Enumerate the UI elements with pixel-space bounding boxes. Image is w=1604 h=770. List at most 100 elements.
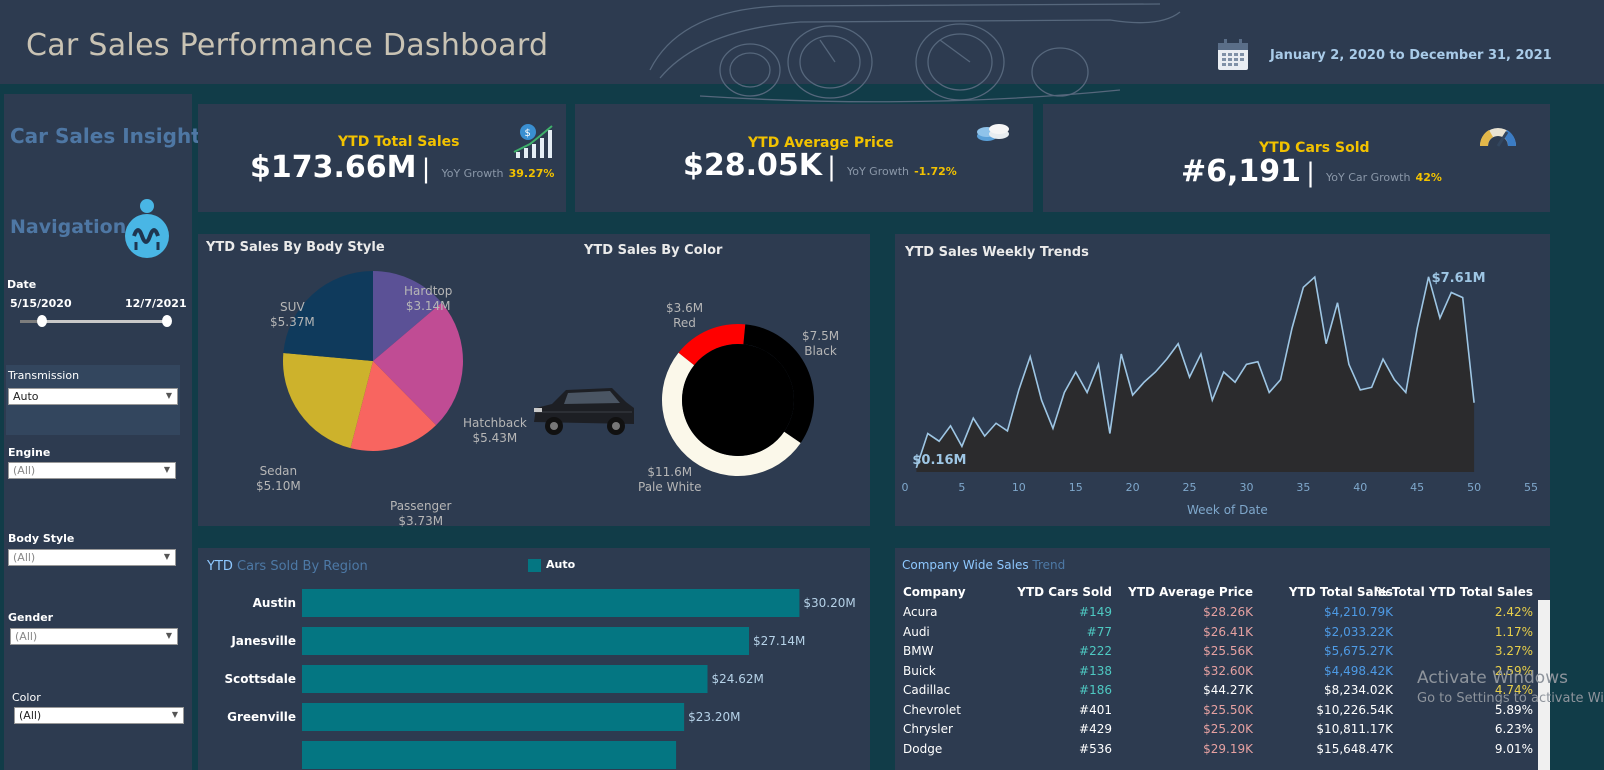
table-cell-total: $2,033.22K [1324,624,1393,639]
region-title-part2: Cars Sold By Region [237,559,368,574]
donut-center [682,344,794,456]
table-cell-price: $26.41K [1203,624,1253,639]
table-cell-pct: 9.01% [1494,741,1533,756]
date-slider-start-handle[interactable] [37,315,47,327]
chevron-down-icon: ▼ [165,391,172,400]
donut-label-black: $7.5M Black [802,329,839,359]
table-cell-company: Buick [903,663,936,678]
bar-austin[interactable] [302,589,800,617]
weekly-trends-area-chart[interactable]: 0 5 10 15 20 25 30 35 40 45 50 55 $0.16M $7.61M [895,234,1550,526]
table-cell-sold: #186 [1079,683,1112,697]
gender-dropdown[interactable]: (All) ▼ [10,628,178,645]
table-cell-price: $25.56K [1203,644,1253,658]
color-dropdown[interactable]: (All) ▼ [14,707,184,724]
svg-text:$: $ [525,128,531,139]
pie-label-hardtop: Hardtop $3.14M [404,284,452,314]
color-dropdown-value: (All) [19,709,42,722]
table-cell-sold: #222 [1079,644,1112,658]
table-cell-price: $28.26K [1203,605,1253,619]
x-tick-label: 40 [1353,481,1367,494]
date-range-from: January 2, 2020 [1270,48,1385,63]
x-tick-label: 25 [1183,481,1197,494]
color-chart-title: YTD Sales By Color [584,243,723,258]
body-style-dropdown-value: (All) [13,551,36,564]
legend-label-auto[interactable]: Auto [546,558,575,571]
weekly-trends-xlabel: Week of Date [1187,503,1268,517]
table-cell-company: Acura [903,605,938,619]
kpi-cars-sold-row: #6,191 | YoY Car Growth 42% [1181,154,1442,189]
date-slider-end-handle[interactable] [162,315,172,327]
bar-scottsdale[interactable] [302,665,708,693]
table-cell-company: Cadillac [903,683,951,697]
kpi-cars-sold-value: #6,191 [1181,154,1302,189]
pie-label-hatchback: Hatchback $5.43M [463,416,527,446]
kpi-total-sales-value: $173.66M [250,150,417,185]
column-header-company[interactable]: Company [903,585,966,599]
bar-partial-hidden[interactable] [302,741,677,769]
table-cell-price: $25.50K [1203,702,1253,717]
bar-greenville[interactable] [302,703,685,731]
x-tick-label: 10 [1012,481,1026,494]
dashboard-gauge-sketch [649,3,1181,103]
pie-label-passenger-name: Passenger [390,499,452,513]
table-cell-total: $15,648.47K [1316,741,1393,756]
kpi-cars-sold-sub: YoY Car Growth [1325,171,1411,184]
kpi-average-price-value: $28.05K [683,148,823,183]
x-tick-label: 20 [1126,481,1140,494]
growth-chart-icon: $ [513,124,553,158]
x-tick-label: 35 [1296,481,1310,494]
pie-label-suv-name: SUV [280,300,305,314]
bar-value-label: $24.62M [712,672,764,686]
bar-category-label: Scottsdale [224,672,296,686]
column-header-average-price[interactable]: YTD Average Price [1128,585,1253,599]
pie-label-passenger-value: $3.73M [398,514,444,528]
chevron-down-icon: ▼ [163,465,170,474]
table-cell-company: Dodge [903,741,943,756]
table-cell-sold: #77 [1086,624,1112,639]
trend-area-fill [916,276,1475,472]
engine-dropdown[interactable]: (All) ▼ [8,462,176,479]
region-bar-chart[interactable]: Austin $30.20M Janesville $27.14M Scottsdale… [198,580,870,770]
bar-janesville[interactable] [302,627,750,655]
gender-filter-label: Gender [8,611,54,624]
table-cell-total: $8,234.02K [1324,683,1393,697]
table-cell-pct: 3.27% [1494,644,1533,658]
dashboard-title: Car Sales Performance Dashboard [26,28,549,63]
info-person-icon[interactable] [124,198,170,260]
trend-min-label: $0.16M [912,453,966,468]
pie-label-passenger: Passenger $3.73M [390,499,451,529]
x-tick-label: 55 [1524,481,1538,494]
table-cell-total: $10,811.17K [1316,722,1393,736]
suv-car-image [534,388,634,435]
body-style-pie-chart[interactable] [198,234,558,526]
table-cell-price: $25.20K [1203,722,1253,736]
donut-label-red: $3.6M Red [666,301,703,331]
table-cell-company: Audi [903,624,930,639]
pie-label-sedan-value: $5.10M [256,479,301,493]
color-donut-chart[interactable] [650,312,826,488]
column-header-cars-sold[interactable]: YTD Cars Sold [1017,585,1112,599]
color-filter-label: Color [12,691,41,704]
sidebar-insight-title: Car Sales Insight [10,124,201,148]
x-tick-label: 45 [1410,481,1424,494]
table-cell-sold: #401 [1079,702,1112,717]
table-cell-pct: 6.23% [1494,722,1533,736]
activate-windows-subtext: Go to Settings to activate Windows. [1417,691,1604,706]
donut-label-red-value: $3.6M [666,301,704,315]
donut-label-black-value: $7.5M [802,329,840,343]
donut-label-black-name: Black [804,344,837,358]
kpi-average-price-growth: -1.72% [914,165,957,178]
table-cell-sold: #536 [1079,741,1112,756]
body-style-dropdown[interactable]: (All) ▼ [8,549,176,566]
table-cell-price: $29.19K [1203,741,1253,756]
speedometer-icon [1479,128,1517,147]
column-header-pct-total[interactable]: % Total YTD Total Sales [1376,585,1533,599]
x-tick-label: 15 [1069,481,1083,494]
transmission-dropdown-value: Auto [13,390,39,403]
kpi-average-price-sub: YoY Growth [846,165,909,178]
region-title-part1: YTD [207,559,233,574]
transmission-dropdown[interactable]: Auto ▼ [8,388,178,405]
trend-max-label: $7.61M [1432,271,1486,286]
date-filter-start: 5/15/2020 [10,297,72,310]
table-cell-sold: #429 [1079,722,1112,736]
